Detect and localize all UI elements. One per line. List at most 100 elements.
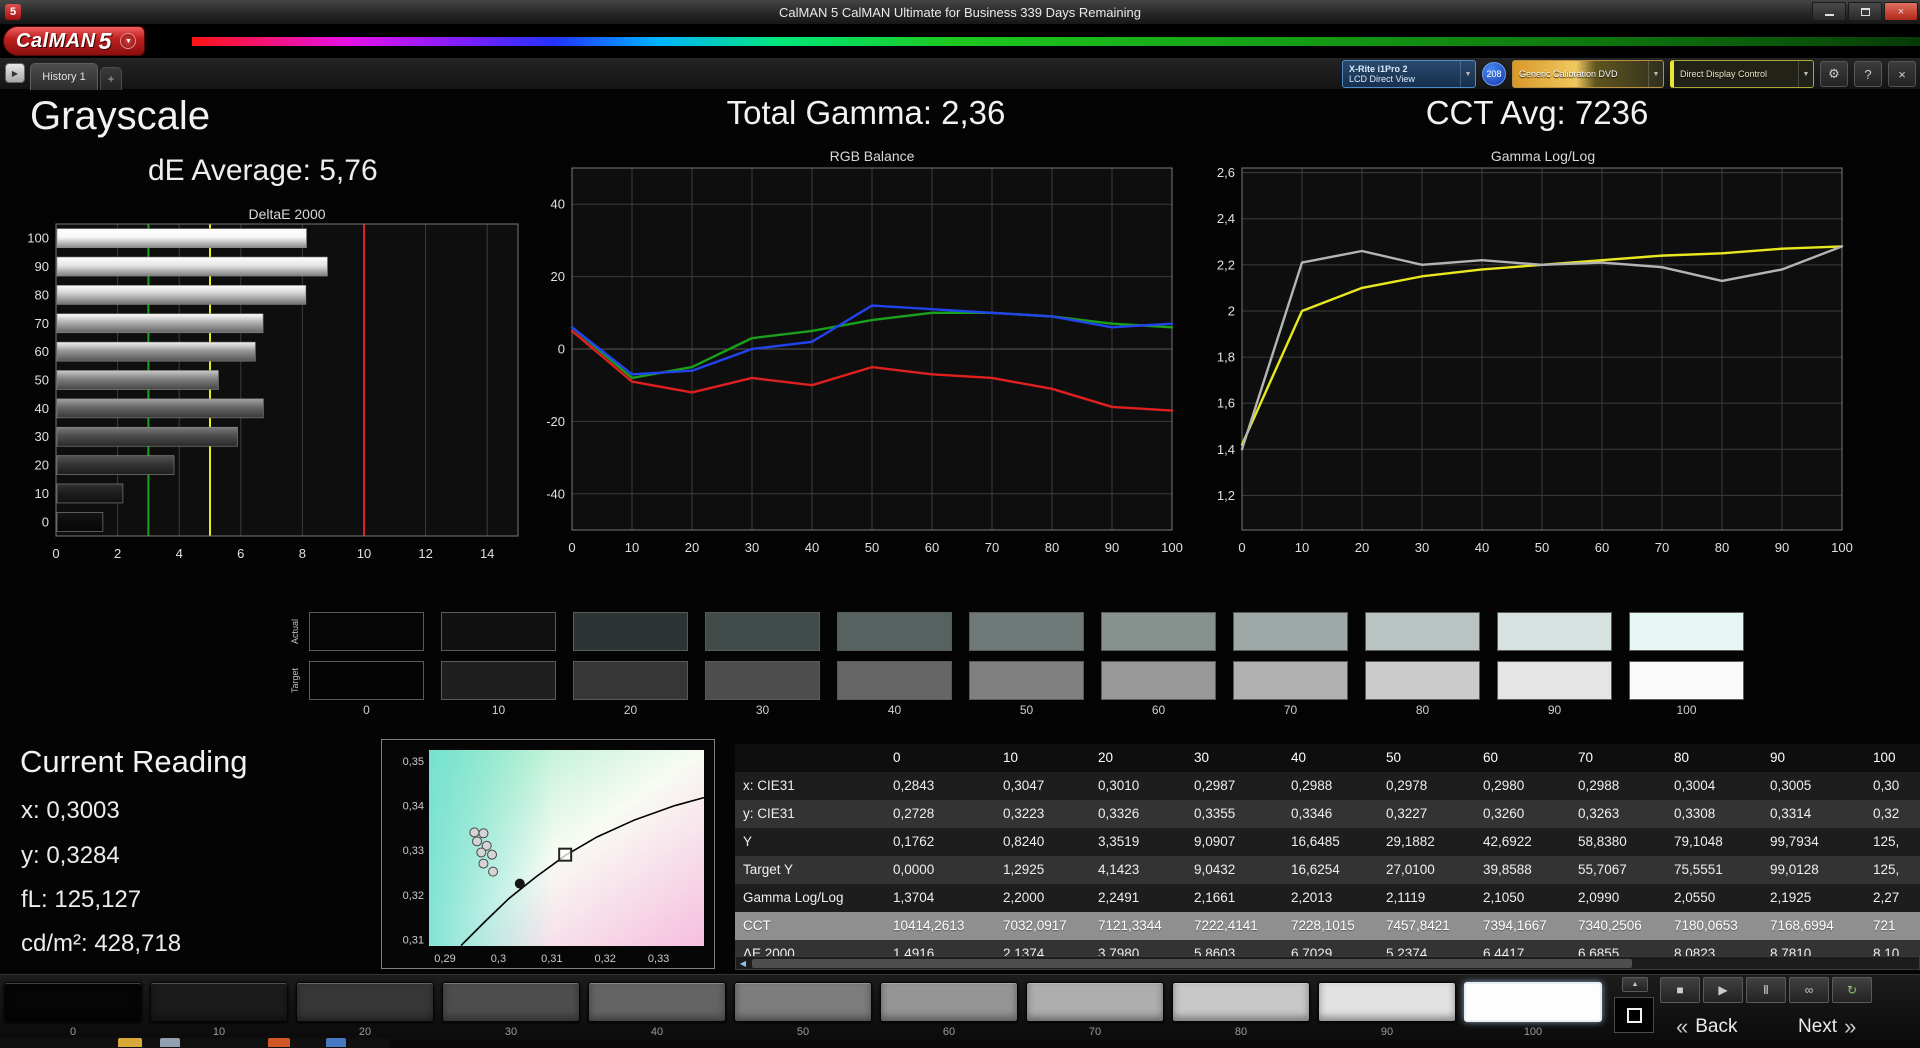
taskbar-icon[interactable] bbox=[118, 1038, 142, 1047]
svg-text:6: 6 bbox=[237, 546, 244, 561]
table-cell: 99,0128 bbox=[1762, 856, 1865, 884]
table-cell: 0,30 bbox=[1865, 772, 1920, 800]
pattern-level-button-100[interactable] bbox=[1464, 982, 1602, 1022]
collapse-up-button[interactable]: ▲ bbox=[1622, 977, 1648, 992]
table-cell: 7168,6994 bbox=[1762, 912, 1865, 940]
table-cell: 9,0432 bbox=[1186, 856, 1283, 884]
settings-button[interactable]: ⚙ bbox=[1820, 61, 1848, 87]
pattern-level-button-0[interactable] bbox=[4, 982, 142, 1022]
table-cell: 0,2988 bbox=[1283, 772, 1378, 800]
actual-swatch-10 bbox=[441, 612, 556, 651]
stop-button[interactable]: ■ bbox=[1660, 977, 1700, 1003]
scroll-thumb[interactable] bbox=[752, 959, 1632, 968]
minimize-button[interactable] bbox=[1812, 2, 1846, 21]
pattern-window-button[interactable] bbox=[1614, 997, 1654, 1033]
table-cell: 0,3326 bbox=[1090, 800, 1186, 828]
table-row: x: CIE31 0,2843 0,3047 0,3010 0,2987 0,2988 0,… bbox=[735, 772, 1920, 800]
table-cell: 0,3223 bbox=[995, 800, 1090, 828]
svg-text:0,29: 0,29 bbox=[434, 953, 455, 965]
table-cell: 2,0990 bbox=[1570, 884, 1666, 912]
taskbar-icon[interactable] bbox=[268, 1038, 290, 1047]
pattern-level-button-30[interactable] bbox=[442, 982, 580, 1022]
table-cell: 7457,8421 bbox=[1378, 912, 1475, 940]
back-chevron-icon: « bbox=[1676, 1014, 1689, 1039]
reading-fl-value: fL: 125,127 bbox=[21, 886, 142, 913]
table-cell: 0,3047 bbox=[995, 772, 1090, 800]
pattern-level-label: 0 bbox=[69, 1026, 77, 1038]
svg-text:80: 80 bbox=[1715, 540, 1729, 555]
table-cell: 42,6922 bbox=[1475, 828, 1570, 856]
display-control-dropdown[interactable]: Direct Display Control ▼ bbox=[1670, 60, 1814, 88]
pattern-level-button-50[interactable] bbox=[734, 982, 872, 1022]
column-header: 30 bbox=[1186, 744, 1283, 772]
logo-menu-chevron-icon[interactable]: ▼ bbox=[120, 33, 137, 49]
close-session-button[interactable]: × bbox=[1888, 61, 1916, 87]
swatch-level-label: 70 bbox=[1283, 703, 1298, 717]
pattern-level-button-60[interactable] bbox=[880, 982, 1018, 1022]
column-header: 20 bbox=[1090, 744, 1186, 772]
back-button[interactable]: « Back bbox=[1676, 1010, 1786, 1044]
meter-dropdown[interactable]: X-Rite i1Pro 2 LCD Direct View ▼ bbox=[1342, 60, 1476, 88]
minimize-icon bbox=[1824, 8, 1834, 16]
section-title-grayscale: Grayscale bbox=[30, 94, 211, 138]
pattern-level-button-70[interactable] bbox=[1026, 982, 1164, 1022]
play-button[interactable]: ▶ bbox=[1703, 977, 1743, 1003]
cct-average-value: CCT Avg: 7236 bbox=[1425, 94, 1649, 131]
close-icon: × bbox=[1898, 66, 1906, 82]
next-button[interactable]: Next » bbox=[1798, 1010, 1908, 1044]
table-cell: 0,8240 bbox=[995, 828, 1090, 856]
svg-text:30: 30 bbox=[745, 540, 759, 555]
svg-text:70: 70 bbox=[985, 540, 999, 555]
svg-text:20: 20 bbox=[551, 269, 565, 284]
help-button[interactable]: ? bbox=[1854, 61, 1882, 87]
actual-swatch-90 bbox=[1497, 612, 1612, 651]
rgb-balance-chart: 0 10 20 30 40 50 60 70 80 90 100 40 20 0 -20 -40 bbox=[546, 167, 1183, 555]
swatch-level-label: 0 bbox=[363, 703, 370, 717]
workflow-expander-button[interactable]: ▶ bbox=[5, 63, 25, 83]
table-cell: 3,3519 bbox=[1090, 828, 1186, 856]
taskbar-icon[interactable] bbox=[326, 1038, 346, 1047]
app-icon: 5 bbox=[5, 4, 21, 20]
tab-history-1[interactable]: History 1 bbox=[30, 63, 98, 90]
table-cell: 0,3260 bbox=[1475, 800, 1570, 828]
column-header: 0 bbox=[885, 744, 995, 772]
maximize-button[interactable] bbox=[1848, 2, 1882, 21]
svg-text:70: 70 bbox=[1655, 540, 1669, 555]
taskbar-icon[interactable] bbox=[160, 1038, 180, 1047]
table-cell: 2,2000 bbox=[995, 884, 1090, 912]
source-dropdown[interactable]: Generic Calibration DVD ▼ bbox=[1512, 60, 1664, 88]
target-swatch-0 bbox=[309, 661, 424, 700]
svg-text:1,2: 1,2 bbox=[1217, 488, 1235, 503]
actual-swatch-60 bbox=[1101, 612, 1216, 651]
table-cell: 4,1423 bbox=[1090, 856, 1186, 884]
svg-text:90: 90 bbox=[1775, 540, 1789, 555]
refresh-button[interactable]: ↻ bbox=[1832, 977, 1872, 1003]
table-cell: 55,7067 bbox=[1570, 856, 1666, 884]
target-row-label: Target bbox=[290, 668, 300, 694]
target-swatch-80 bbox=[1365, 661, 1480, 700]
svg-text:2,2: 2,2 bbox=[1217, 257, 1235, 272]
pattern-level-button-10[interactable] bbox=[150, 982, 288, 1022]
swatch-level-label: 40 bbox=[887, 703, 902, 717]
table-scrollbar[interactable]: ◀ bbox=[735, 956, 1920, 970]
loop-button[interactable]: ∞ bbox=[1789, 977, 1829, 1003]
table-cell: 7228,1015 bbox=[1283, 912, 1378, 940]
pattern-level-button-40[interactable] bbox=[588, 982, 726, 1022]
actual-row-label: Actual bbox=[290, 619, 300, 645]
pattern-level-button-80[interactable] bbox=[1172, 982, 1310, 1022]
svg-text:0: 0 bbox=[52, 546, 59, 561]
maximize-icon bbox=[1860, 7, 1870, 16]
svg-text:0: 0 bbox=[558, 342, 565, 357]
add-tab-button[interactable]: + bbox=[100, 67, 122, 90]
close-button[interactable]: × bbox=[1884, 2, 1918, 21]
actual-swatch-0 bbox=[309, 612, 424, 651]
table-cell: 7180,0653 bbox=[1666, 912, 1762, 940]
results-table: 0 10 20 30 40 50 60 70 80 90 100 x: CIE31 0,2843 0,30… bbox=[735, 744, 1920, 968]
target-swatch-30 bbox=[705, 661, 820, 700]
svg-text:2: 2 bbox=[1228, 303, 1235, 318]
calman-logo[interactable]: CalMAN 5 ▼ bbox=[3, 26, 146, 56]
pause-button[interactable]: Ⅱ bbox=[1746, 977, 1786, 1003]
scroll-left-icon[interactable]: ◀ bbox=[736, 957, 750, 969]
pattern-level-button-20[interactable] bbox=[296, 982, 434, 1022]
pattern-level-button-90[interactable] bbox=[1318, 982, 1456, 1022]
